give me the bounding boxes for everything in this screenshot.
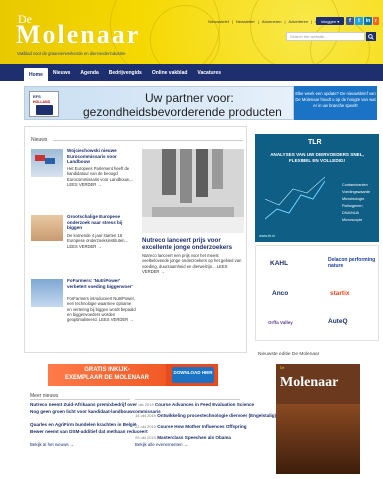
rss-icon[interactable]: r bbox=[373, 17, 379, 25]
sponsor-anco[interactable]: Anco bbox=[272, 290, 288, 297]
download-button[interactable]: DOWNLOAD HIER bbox=[172, 367, 214, 383]
feature-item: Contaminanten bbox=[342, 183, 368, 187]
topnav-adverteren[interactable]: Adverteren bbox=[289, 19, 309, 24]
more-news-item[interactable]: Bewer neemt van DSM-additief dat methaan… bbox=[30, 429, 148, 435]
hero-body: Nutreco lanceert een prijs voor het mees… bbox=[142, 253, 242, 274]
topnav-newsletter[interactable]: Newsletter bbox=[236, 19, 255, 24]
tlr-logo: TLR bbox=[308, 139, 322, 146]
banner-line2: gezondheidsbevorderende producten bbox=[83, 105, 282, 119]
news-item-title[interactable]: Grootschalige Europese onderzoek naar st… bbox=[67, 214, 137, 231]
event-date: 29 okt 2019 bbox=[135, 435, 156, 440]
cover-logo-prefix: De bbox=[280, 366, 285, 370]
efs-logo: EFS HOLLAND bbox=[29, 91, 59, 117]
login-label: Inloggen bbox=[320, 18, 337, 24]
nav-vacatures[interactable]: Vacatures bbox=[192, 64, 226, 81]
sponsor-delacon[interactable]: Delacon performing nature bbox=[328, 257, 378, 269]
all-events-link[interactable]: Bekijk alle evenementen → bbox=[135, 442, 188, 447]
hero-title[interactable]: Nutreco lanceert prijs voor excellente j… bbox=[142, 237, 244, 251]
sponsor-auteq[interactable]: AuteQ bbox=[328, 318, 348, 325]
nav-online-vakblad[interactable]: Online vakblad bbox=[147, 64, 193, 81]
event-title[interactable]: Course How Mother Influences Offspring bbox=[157, 424, 246, 429]
news-item-title[interactable]: FoFarmers: 'NutriPower' verbetert voedin… bbox=[67, 278, 137, 289]
nav-bedrijvengids[interactable]: Bedrijvengids bbox=[104, 64, 147, 81]
section-divider bbox=[53, 140, 243, 141]
data-chart-graphic bbox=[265, 176, 325, 220]
sponsor-kahl[interactable]: KAHL bbox=[270, 260, 288, 267]
event-date: 7 okt 2019 bbox=[135, 402, 154, 407]
event-title[interactable]: Course Advances in Feed Evaluation Scien… bbox=[155, 402, 254, 407]
tlr-ad[interactable]: TLR ANALYSES VAN UW DIERVOEDERS SNEL, FL… bbox=[255, 134, 379, 242]
tlr-headline: ANALYSES VAN UW DIERVOEDERS SNEL, FLEXIB… bbox=[270, 152, 364, 163]
efs-banner-ad[interactable]: EFS HOLLAND Uw partner voor: gezondheids… bbox=[24, 86, 294, 120]
news-card: Nieuws Wojciechowski nieuwe Eurocommissa… bbox=[24, 126, 247, 353]
free-copy-line2: EXEMPLAAR DE MOLENAAR bbox=[64, 374, 149, 381]
more-news-item[interactable]: Nutreco neemt Zuid-Afrikaans premixbedri… bbox=[30, 402, 137, 408]
news-item-title[interactable]: Wojciechowski nieuwe Eurocommissaris voo… bbox=[67, 148, 137, 165]
event-title[interactable]: Masterclass Speechen als Obama bbox=[157, 435, 231, 440]
microscope-image bbox=[142, 149, 244, 233]
sponsor-orffa[interactable]: Orffa Valley bbox=[268, 320, 293, 325]
search-icon bbox=[368, 33, 374, 40]
feature-item: Microscopie bbox=[342, 218, 363, 222]
event-date: 22 okt 2019 bbox=[135, 424, 156, 429]
feature-item: DNA/NUA bbox=[342, 211, 360, 215]
news-thumbnail[interactable] bbox=[31, 279, 63, 307]
efs-logo-mark bbox=[36, 105, 53, 115]
facebook-icon[interactable]: f bbox=[346, 17, 354, 25]
feature-item: Microbiologie bbox=[342, 197, 365, 201]
free-copy-text: GRATIS INKIJK- EXEMPLAAR DE MOLENAAR bbox=[48, 364, 166, 386]
section-divider bbox=[135, 399, 240, 400]
sponsor-logos: KAHL Delacon performing nature Anco star… bbox=[255, 245, 379, 341]
news-item-body: Het Europees Parlement heeft de kandidat… bbox=[67, 166, 134, 187]
section-divider bbox=[30, 399, 130, 400]
news-thumbnail[interactable] bbox=[31, 149, 63, 177]
main-navigation: Home Nieuws Agenda Bedrijvengids Online … bbox=[0, 64, 383, 81]
hero-image[interactable] bbox=[142, 149, 244, 233]
nav-agenda[interactable]: Agenda bbox=[75, 64, 103, 81]
site-tagline: Vakblad voor de graanverwerkende en dier… bbox=[17, 51, 126, 56]
topnav-nieuwsbrief[interactable]: Nieuwsbrief bbox=[208, 19, 229, 24]
banner-line1: Uw partner voor: bbox=[145, 91, 234, 105]
news-thumbnail[interactable] bbox=[31, 215, 63, 241]
efs-logo-sub: HOLLAND bbox=[33, 100, 51, 104]
all-news-link[interactable]: Bekijk al het nieuws → bbox=[30, 442, 74, 447]
tlr-url: www.tlr.nl bbox=[259, 234, 276, 238]
search-input[interactable]: Search the website... bbox=[286, 32, 365, 41]
more-news-item[interactable]: Quarles en AgriFirm bundelen krachten in… bbox=[30, 422, 137, 428]
cover-title: Molenaar bbox=[280, 375, 339, 390]
linkedin-icon[interactable]: in bbox=[364, 17, 372, 25]
topnav-abonneren[interactable]: Abonneren bbox=[262, 19, 282, 24]
event-title[interactable]: Ontwikkeling procestechnologie diervoer … bbox=[157, 413, 276, 418]
site-logo[interactable]: Molenaar bbox=[16, 22, 140, 48]
news-item-body: De komende 4 jaar starten 16 Europese on… bbox=[67, 233, 128, 249]
nav-nieuws[interactable]: Nieuws bbox=[48, 64, 76, 81]
cover-photo bbox=[276, 404, 360, 474]
site-header: De Molenaar Vakblad voor de graanverwerk… bbox=[0, 0, 383, 64]
event-date: 14 okt 2019 bbox=[135, 413, 156, 418]
flag-shape bbox=[45, 158, 55, 164]
twitter-icon[interactable]: t bbox=[355, 17, 363, 25]
flag-shape bbox=[35, 155, 45, 161]
magazine-cover[interactable]: De Molenaar bbox=[276, 364, 360, 474]
free-copy-banner[interactable]: GRATIS INKIJK- EXEMPLAAR DE MOLENAAR DOW… bbox=[48, 364, 218, 386]
efs-logo-text: EFS bbox=[33, 94, 41, 99]
news-item-body: ForFarmers introduceert NutriPower, een … bbox=[67, 296, 136, 323]
newsletter-promo[interactable]: Elke week een update? De nieuwsbrief van… bbox=[294, 86, 377, 120]
search-button[interactable] bbox=[366, 32, 376, 41]
news-section-title: Nieuws bbox=[31, 137, 48, 143]
sponsor-startix[interactable]: startix bbox=[330, 290, 350, 297]
nav-home[interactable]: Home bbox=[24, 68, 48, 81]
latest-edition-title: Nieuwste editie De Molenaar bbox=[258, 352, 320, 357]
feature-item: Pathogenen bbox=[342, 204, 363, 208]
feature-item: Voedingswaarde bbox=[342, 190, 371, 194]
free-copy-line1: GRATIS INKIJK- bbox=[84, 367, 130, 373]
page: De Molenaar Vakblad voor de graanverwerk… bbox=[0, 0, 383, 479]
login-button[interactable]: Inloggen ▾ bbox=[316, 17, 344, 25]
